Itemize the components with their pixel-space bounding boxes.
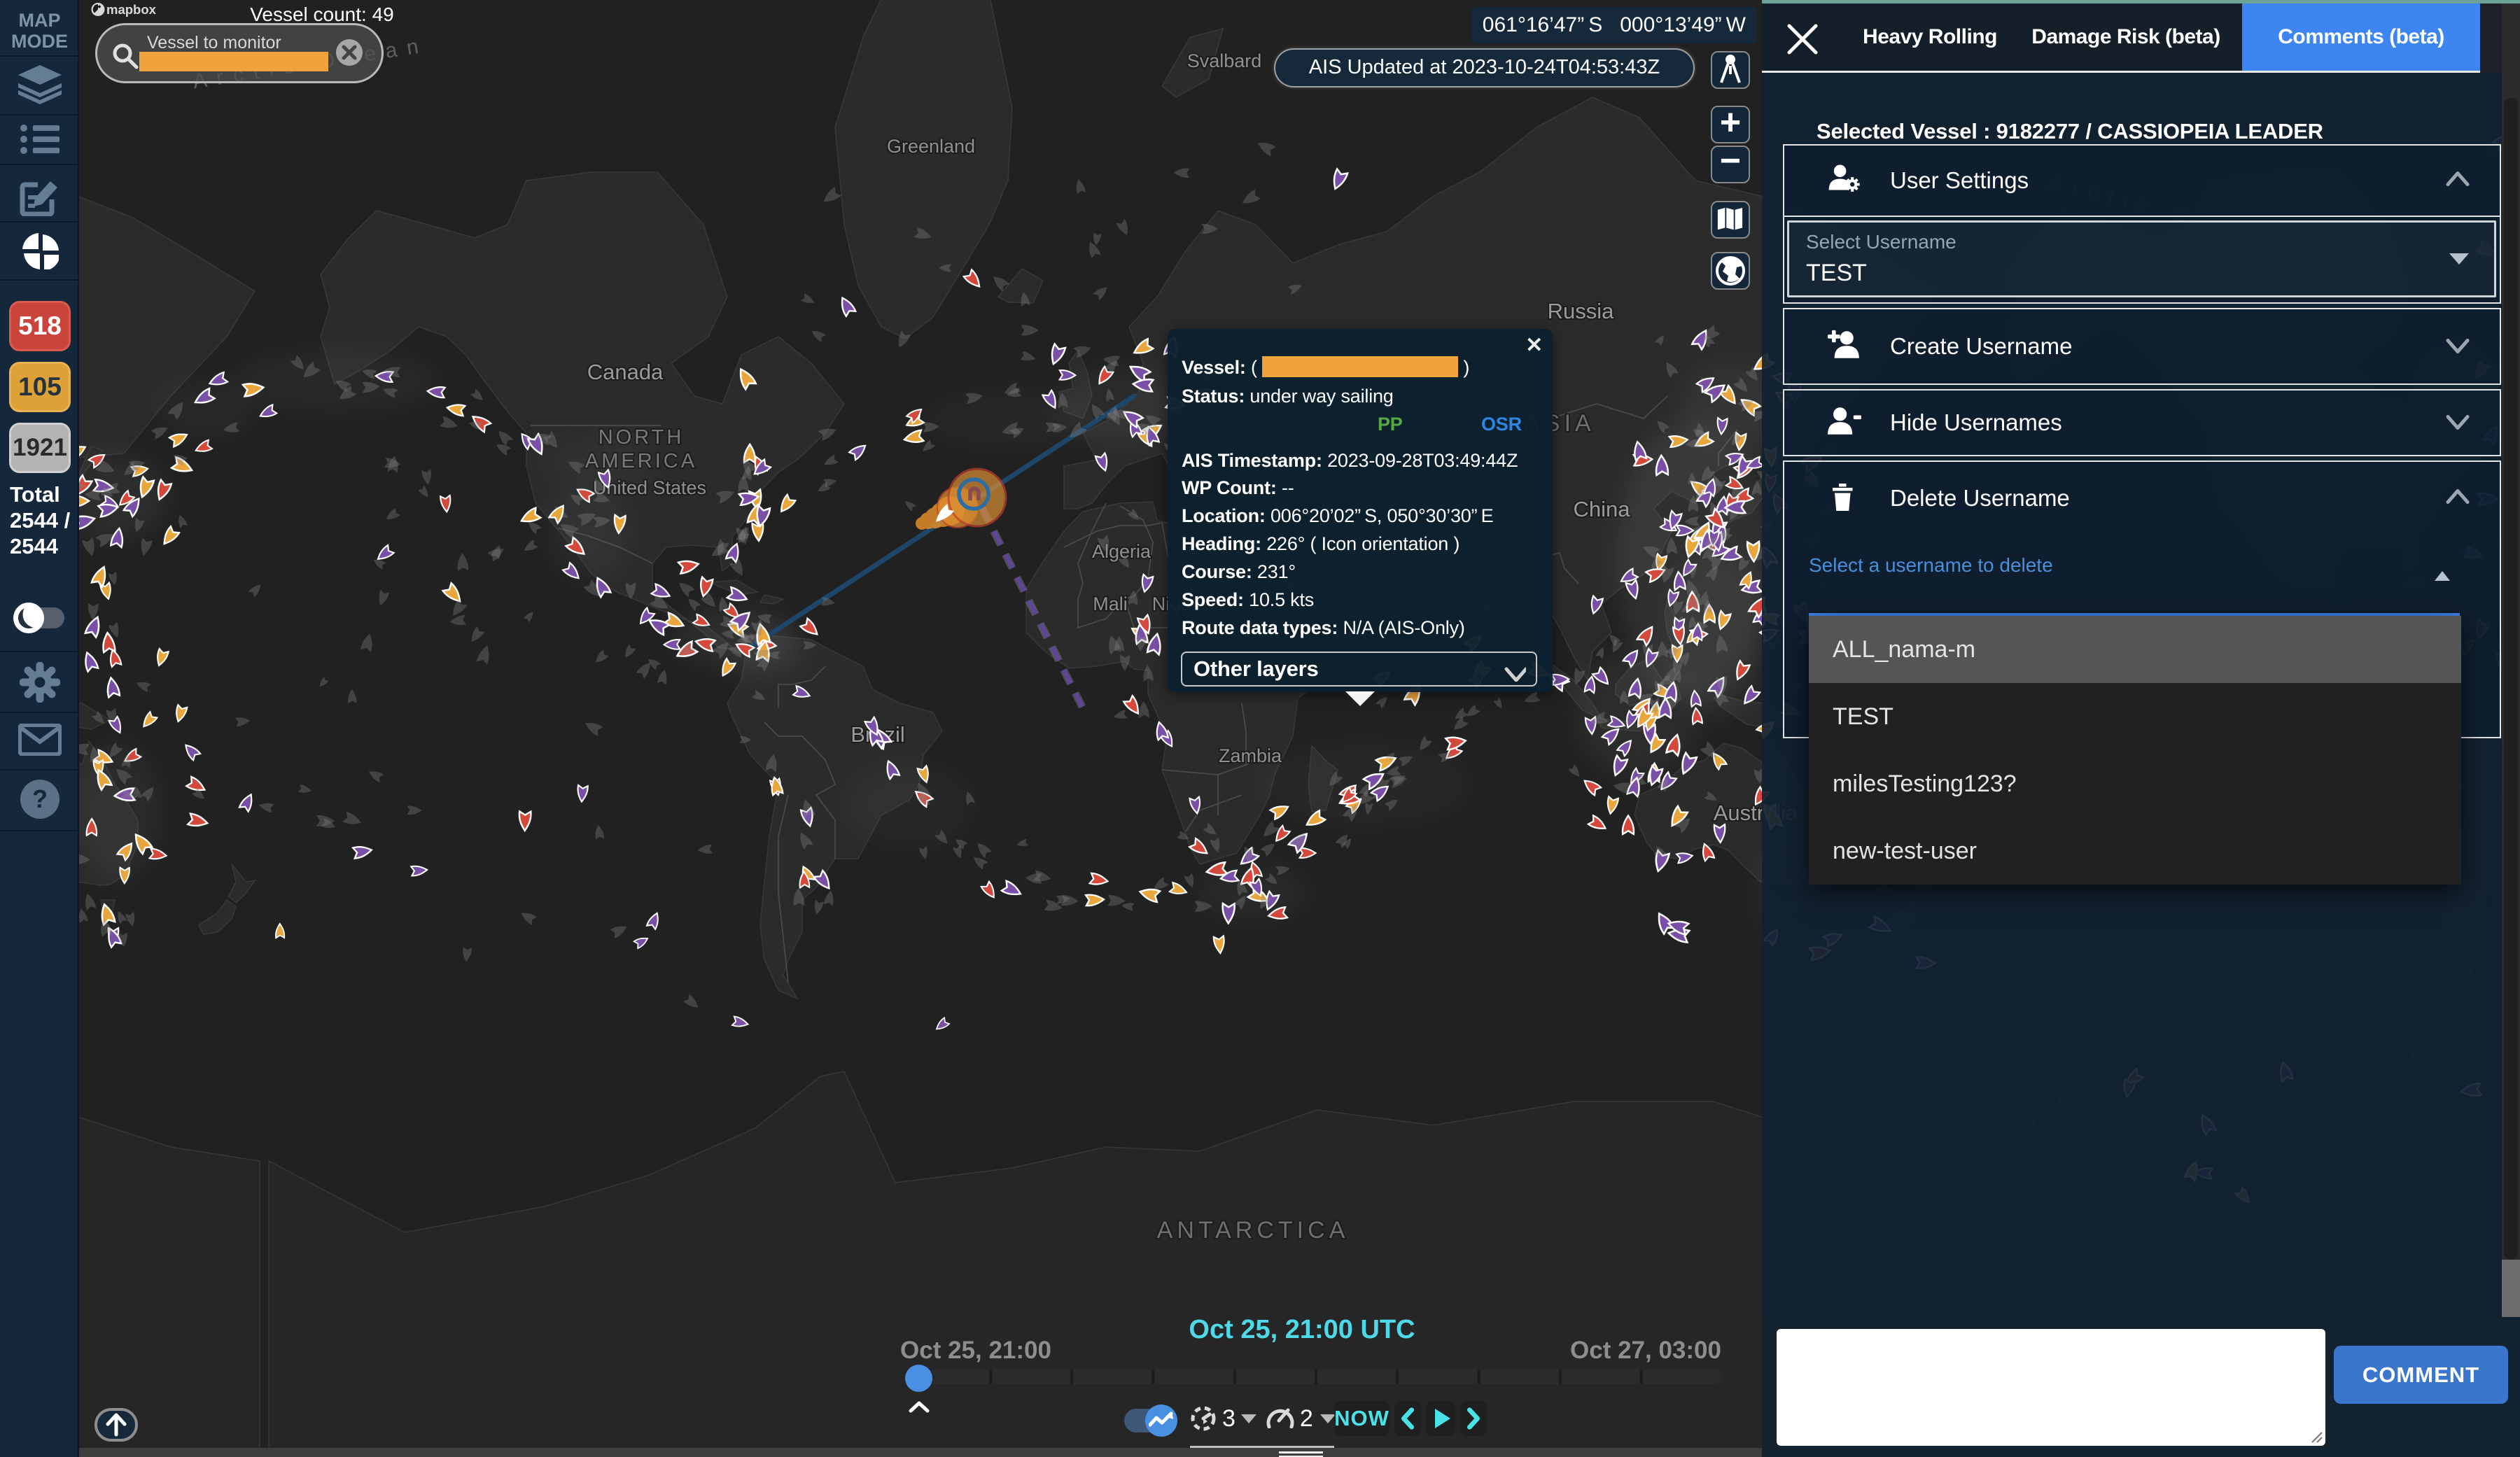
svg-text:mapbox: mapbox xyxy=(106,2,157,17)
svg-text:Russia: Russia xyxy=(1548,299,1615,323)
svg-text:?: ? xyxy=(32,784,48,813)
svg-text:ANTARCTICA: ANTARCTICA xyxy=(1157,1217,1350,1244)
svg-text:Greenland: Greenland xyxy=(887,136,975,157)
svg-text:Mali: Mali xyxy=(1093,593,1128,614)
svg-text:Canada: Canada xyxy=(587,360,664,384)
svg-text:Svalbard: Svalbard xyxy=(1187,50,1262,71)
svg-text:Zambia: Zambia xyxy=(1219,745,1282,766)
